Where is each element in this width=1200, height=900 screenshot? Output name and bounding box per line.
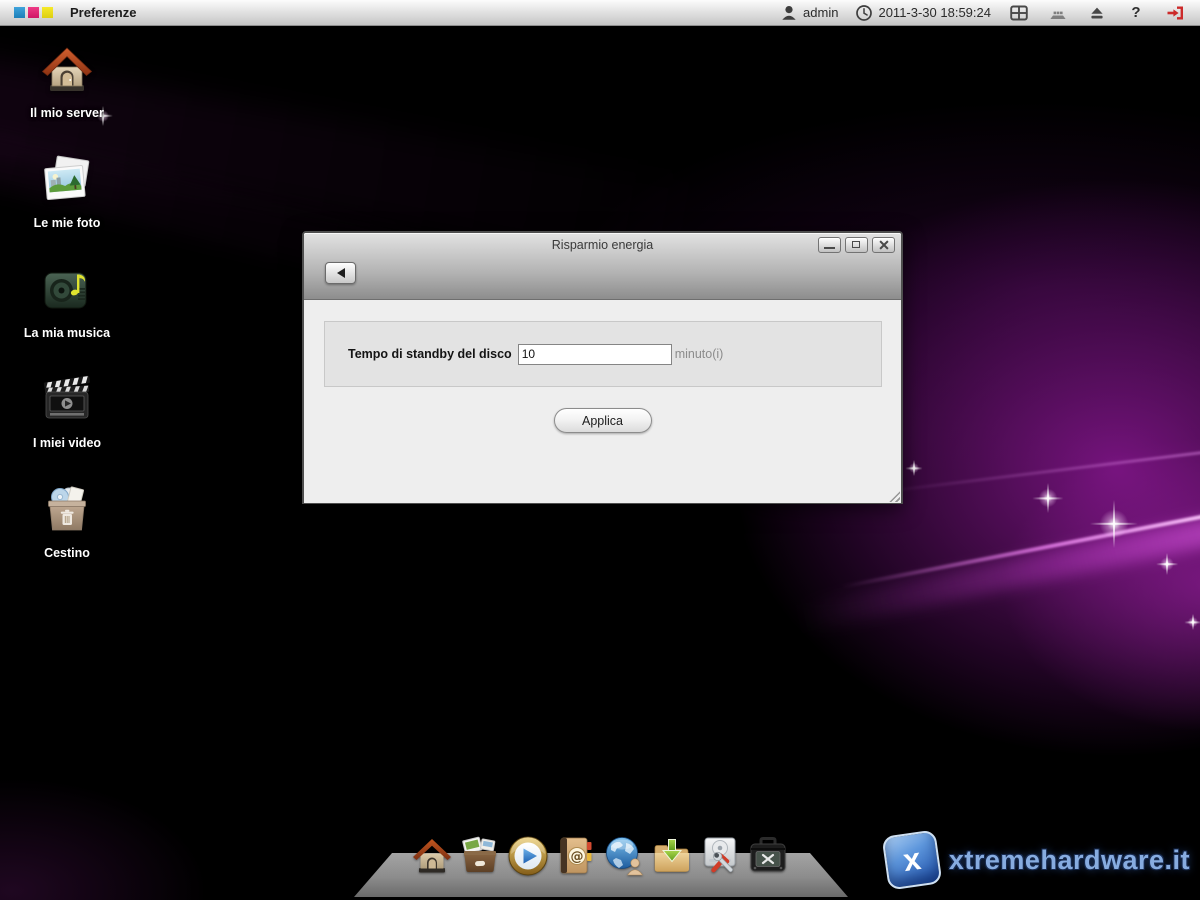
field-label: Tempo di standby del disco — [348, 347, 512, 361]
dock-item-toolbox[interactable] — [746, 834, 790, 878]
dock-item-downloads[interactable] — [650, 834, 694, 878]
wallpaper-streak — [869, 448, 1200, 495]
maximize-button[interactable] — [845, 237, 868, 253]
standby-minutes-input[interactable] — [518, 344, 672, 365]
disk-utility-icon — [698, 834, 742, 878]
sparkle — [908, 462, 920, 474]
downloads-icon — [650, 834, 694, 878]
clock-icon — [855, 4, 873, 22]
devices-button[interactable] — [1047, 3, 1069, 23]
apply-button[interactable]: Applica — [554, 408, 652, 433]
back-button[interactable] — [325, 262, 356, 284]
back-arrow-icon — [337, 268, 345, 278]
window-title: Risparmio energia — [304, 233, 901, 252]
user-name: admin — [803, 5, 838, 20]
media-player-icon — [506, 834, 550, 878]
minimize-button[interactable] — [818, 237, 841, 253]
brand-logo — [14, 7, 53, 18]
dock-item-media-player[interactable] — [506, 834, 550, 878]
logout-button[interactable] — [1164, 3, 1186, 23]
menu-preferenze[interactable]: Preferenze — [70, 5, 136, 20]
contacts-icon: @ — [554, 834, 598, 878]
trash-icon — [39, 482, 95, 538]
user-menu[interactable]: admin — [780, 4, 838, 22]
desktop-icon-server[interactable]: Il mio server — [12, 36, 122, 146]
sparkle — [1187, 616, 1199, 628]
desktop-icon-label: Le mie foto — [34, 216, 101, 230]
logo-square-blue — [14, 7, 25, 18]
dock-item-contacts[interactable]: @ — [554, 834, 598, 878]
windows-grid-button[interactable] — [1008, 3, 1030, 23]
desktop-icon-label: Il mio server — [30, 106, 104, 120]
watermark: x xtremehardware.it — [885, 833, 1190, 887]
user-icon — [780, 4, 798, 22]
photo-box-icon — [458, 834, 502, 878]
window-controls — [818, 237, 895, 253]
help-icon: ? — [1131, 4, 1140, 21]
music-icon — [39, 262, 95, 318]
eject-icon — [1088, 4, 1106, 22]
eject-button[interactable] — [1086, 3, 1108, 23]
sparkle — [1097, 507, 1131, 541]
clock-display: 2011-3-30 18:59:24 — [855, 4, 991, 22]
logout-icon — [1166, 4, 1185, 22]
desktop-screen: Preferenze admin 2011-3-30 18:59:24 — [0, 0, 1200, 900]
home-icon — [410, 834, 454, 878]
desktop-icon-photos[interactable]: Le mie foto — [12, 146, 122, 256]
desktop-icons: Il mio server Le mie foto — [12, 36, 122, 586]
web-icon — [602, 834, 646, 878]
sparkle — [1159, 556, 1175, 572]
desktop-icon-trash[interactable]: Cestino — [12, 476, 122, 586]
photos-icon — [39, 152, 95, 208]
resize-grip[interactable] — [889, 491, 900, 502]
topbar-right: admin 2011-3-30 18:59:24 — [780, 3, 1186, 23]
logo-square-yellow — [42, 7, 53, 18]
sparkle — [1037, 487, 1059, 509]
desktop-icon-label: I miei video — [33, 436, 101, 450]
dock-item-home[interactable] — [410, 834, 454, 878]
svg-text:@: @ — [571, 850, 584, 865]
desktop-icon-label: La mia musica — [24, 326, 110, 340]
help-button[interactable]: ? — [1125, 3, 1147, 23]
windows-grid-icon — [1009, 4, 1029, 22]
topbar: Preferenze admin 2011-3-30 18:59:24 — [0, 0, 1200, 26]
close-button[interactable] — [872, 237, 895, 253]
devices-icon — [1048, 4, 1068, 22]
dock-item-photo-box[interactable] — [458, 834, 502, 878]
datetime-text: 2011-3-30 18:59:24 — [878, 5, 991, 20]
watermark-text: xtremehardware.it — [949, 845, 1190, 876]
desktop-icon-label: Cestino — [44, 546, 90, 560]
window-body: Tempo di standby del disco minuto(i) App… — [304, 300, 901, 503]
settings-panel: Tempo di standby del disco minuto(i) — [324, 321, 882, 387]
window-risparmio-energia: Risparmio energia Tempo di standby del d… — [302, 231, 903, 504]
field-unit: minuto(i) — [675, 347, 724, 361]
window-titlebar[interactable]: Risparmio energia — [304, 233, 901, 300]
videos-icon — [39, 372, 95, 428]
dock-item-web[interactable] — [602, 834, 646, 878]
wallpaper-streak — [841, 511, 1200, 589]
logo-square-magenta — [28, 7, 39, 18]
desktop-icon-videos[interactable]: I miei video — [12, 366, 122, 476]
home-icon — [39, 42, 95, 98]
dock-items: @ — [410, 834, 790, 878]
desktop-icon-music[interactable]: La mia musica — [12, 256, 122, 366]
dock-item-disk-utility[interactable] — [698, 834, 742, 878]
watermark-badge: x — [881, 830, 942, 891]
wallpaper-streak — [798, 516, 1200, 633]
toolbox-icon — [746, 834, 790, 878]
